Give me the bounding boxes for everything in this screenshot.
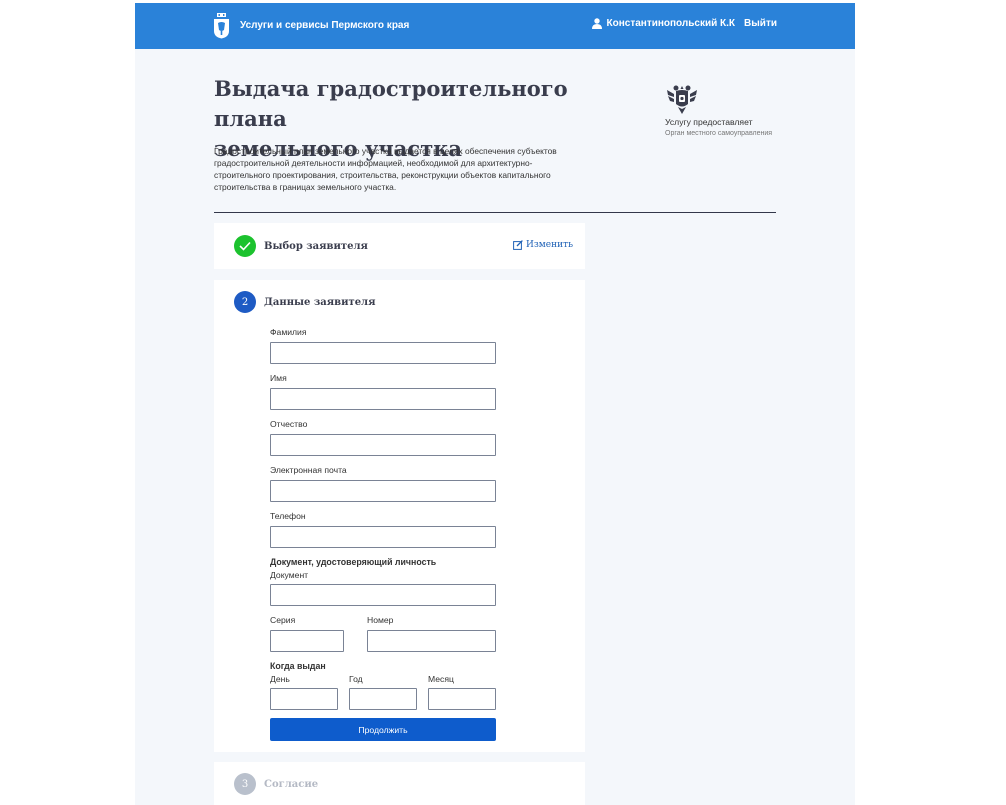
perm-crest-icon	[214, 13, 229, 39]
provider-subtitle: Орган местного самоуправления	[665, 130, 773, 137]
document-select[interactable]	[270, 584, 496, 606]
month-input[interactable]	[428, 688, 496, 710]
step-2-indicator: 2	[234, 291, 256, 313]
edit-step-link[interactable]: Изменить	[513, 240, 573, 250]
email-label: Электронная почта	[270, 465, 347, 475]
step-3-title: Согласие	[264, 779, 319, 790]
russia-eagle-icon	[667, 85, 697, 114]
number-label: Номер	[367, 615, 394, 625]
top-bar: Услуги и сервисы Пермского края Констант…	[135, 3, 855, 49]
brand-name[interactable]: Услуги и сервисы Пермского края	[240, 20, 409, 31]
user-icon	[591, 18, 602, 29]
series-label: Серия	[270, 615, 296, 625]
step-card-consent: 3 Согласие	[214, 762, 585, 805]
continue-button[interactable]: Продолжить	[270, 718, 496, 741]
day-input[interactable]	[270, 688, 338, 710]
day-label: День	[270, 674, 290, 684]
step-1-title: Выбор заявителя	[264, 241, 368, 252]
divider	[214, 212, 776, 213]
series-input[interactable]	[270, 630, 344, 652]
title-line-1: Выдача градостроительного плана	[214, 76, 568, 131]
step-1-indicator	[234, 235, 256, 257]
number-input[interactable]	[367, 630, 496, 652]
phone-input[interactable]	[270, 526, 496, 548]
step-card-applicant-choice: Выбор заявителя Изменить	[214, 223, 585, 269]
step-2-title: Данные заявителя	[264, 297, 376, 308]
user-name[interactable]: Константинопольский К.К	[607, 18, 736, 29]
year-label: Год	[349, 674, 363, 684]
provider-title: Услугу предоставляет	[665, 117, 753, 127]
middle-name-label: Отчество	[270, 419, 308, 429]
issued-section-heading: Когда выдан	[270, 661, 326, 671]
month-label: Месяц	[428, 674, 454, 684]
year-input[interactable]	[349, 688, 417, 710]
edit-icon	[513, 240, 523, 250]
identity-section-heading: Документ, удостоверяющий личность	[270, 557, 437, 567]
user-menu: Константинопольский К.К Выйти	[591, 18, 777, 29]
last-name-label: Фамилия	[270, 327, 307, 337]
edit-link-label: Изменить	[526, 240, 573, 250]
logout-link[interactable]: Выйти	[744, 18, 777, 29]
step-3-indicator: 3	[234, 773, 256, 795]
service-provider: Услугу предоставляет Орган местного само…	[665, 83, 795, 137]
first-name-label: Имя	[270, 373, 287, 383]
service-description: Градостроительный план земельного участк…	[214, 146, 557, 192]
step-card-applicant-data: 2 Данные заявителя Фамилия Имя Отчество …	[214, 280, 585, 752]
check-icon	[239, 241, 251, 251]
email-input[interactable]	[270, 480, 496, 502]
first-name-input[interactable]	[270, 388, 496, 410]
page: Услуги и сервисы Пермского края Констант…	[135, 3, 855, 805]
document-label: Документ	[270, 570, 309, 580]
phone-label: Телефон	[270, 511, 306, 521]
last-name-input[interactable]	[270, 342, 496, 364]
middle-name-input[interactable]	[270, 434, 496, 456]
